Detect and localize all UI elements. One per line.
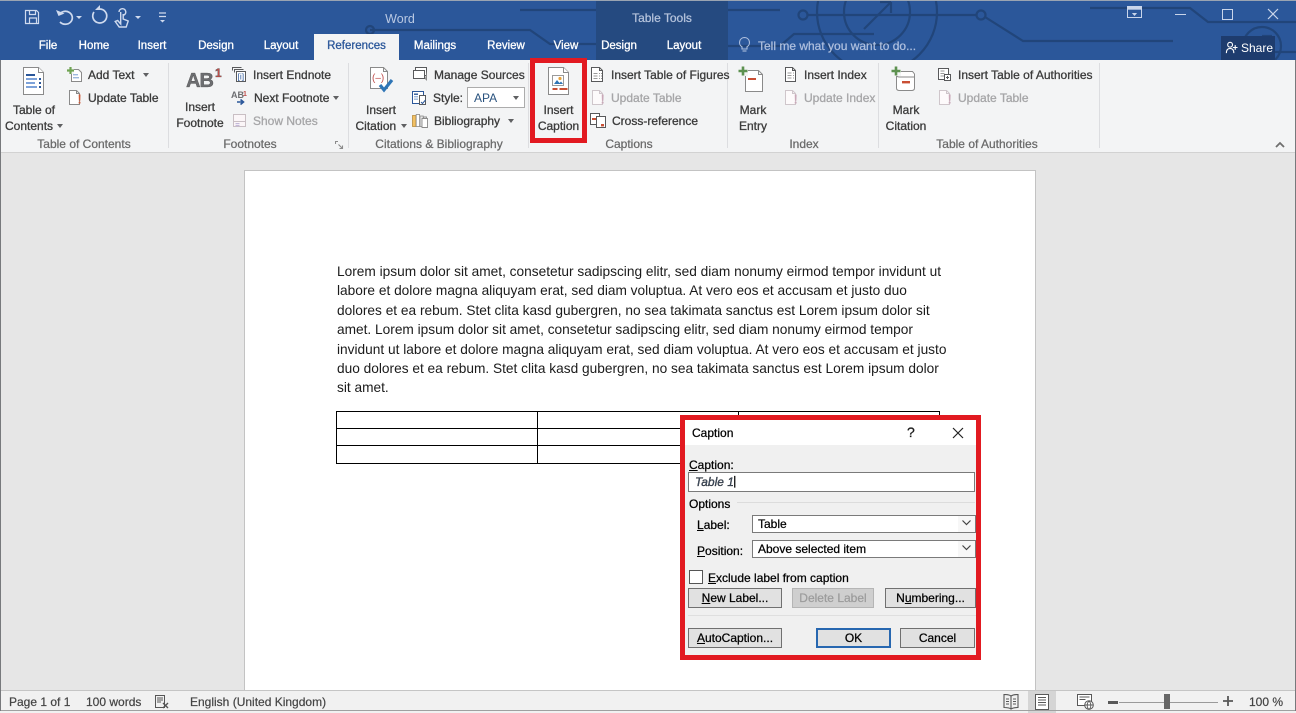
svg-text:(–): (–) <box>372 73 384 84</box>
svg-text:1: 1 <box>243 91 247 98</box>
svg-text:[i]: [i] <box>238 72 245 82</box>
svg-text:!: ! <box>794 92 798 107</box>
svg-text:!: ! <box>948 92 952 107</box>
svg-text:!: ! <box>78 93 82 107</box>
svg-text:!: ! <box>601 92 605 107</box>
